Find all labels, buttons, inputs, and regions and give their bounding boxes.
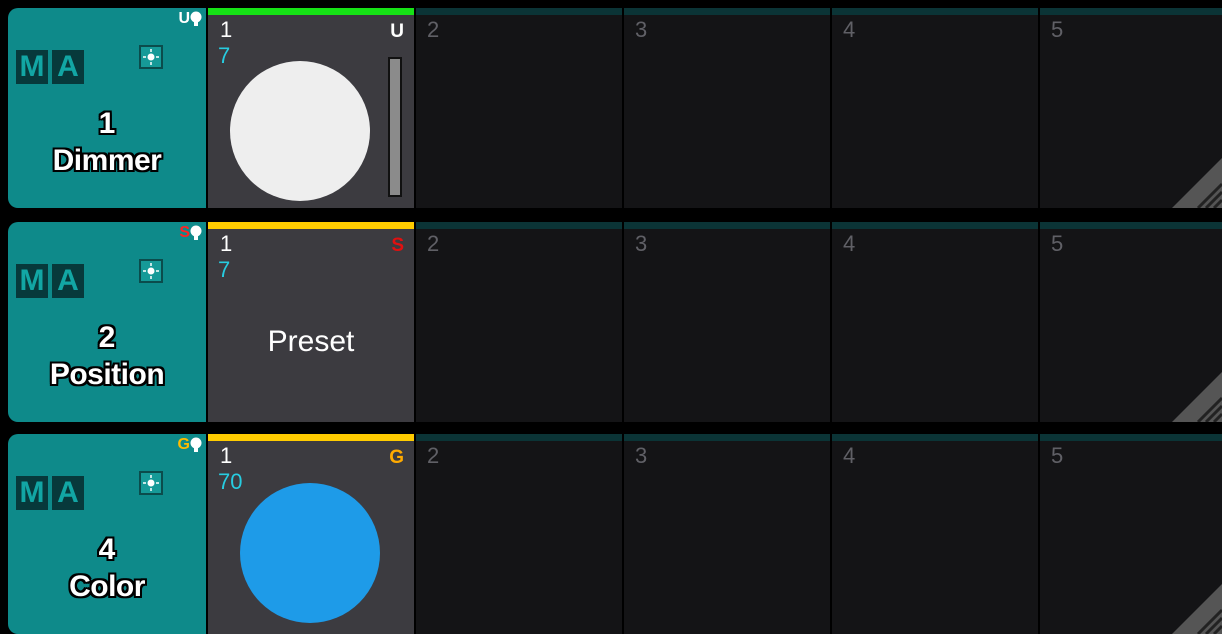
cell-value: 7 bbox=[218, 257, 231, 282]
gear-icon[interactable] bbox=[139, 45, 163, 69]
cell-index: 4 bbox=[843, 17, 856, 42]
preset-row-dimmer: M A U 1 Dimmer 1 7 U 2 3 4 5 bbox=[8, 8, 1222, 208]
cell-index: 5 bbox=[1051, 17, 1064, 42]
empty-cell[interactable]: 4 bbox=[832, 8, 1038, 208]
ma-letter: M bbox=[16, 264, 48, 298]
preset-cell-1[interactable]: 1 70 G bbox=[208, 434, 414, 634]
bulb-icon bbox=[190, 437, 202, 452]
empty-cell[interactable]: 2 bbox=[416, 434, 622, 634]
preset-pool-name: Dimmer bbox=[52, 144, 162, 177]
preset-row-position: M A S 2 Position 1 7 S Preset 2 3 4 5 bbox=[8, 222, 1222, 422]
status-flag: G bbox=[177, 436, 190, 453]
preset-cell-1[interactable]: 1 7 U bbox=[208, 8, 414, 208]
cell-tag: G bbox=[389, 447, 404, 468]
cell-index: 2 bbox=[427, 443, 440, 468]
fader-bar bbox=[388, 57, 402, 197]
color-circle bbox=[240, 483, 380, 623]
resize-grip-icon[interactable] bbox=[1172, 584, 1222, 634]
cell-value: 7 bbox=[218, 43, 231, 68]
status-flag: S bbox=[179, 224, 190, 241]
status-flag: U bbox=[178, 10, 190, 27]
cell-index: 4 bbox=[843, 443, 856, 468]
empty-cell[interactable]: 3 bbox=[624, 222, 830, 422]
cell-index: 3 bbox=[635, 231, 648, 256]
empty-cell[interactable]: 3 bbox=[624, 434, 830, 634]
preset-row-color: M A G 4 Color 1 70 G 2 3 4 5 bbox=[8, 434, 1222, 634]
empty-cell[interactable]: 2 bbox=[416, 222, 622, 422]
empty-cell[interactable]: 2 bbox=[416, 8, 622, 208]
empty-cell[interactable]: 5 bbox=[1040, 434, 1222, 634]
cell-index: 1 bbox=[220, 17, 233, 42]
empty-cell[interactable]: 5 bbox=[1040, 222, 1222, 422]
ma-letter: A bbox=[52, 476, 84, 510]
cell-value: 70 bbox=[218, 469, 243, 494]
preset-pool-number: 2 bbox=[98, 321, 116, 354]
preset-pool-name: Position bbox=[49, 358, 165, 391]
empty-cell[interactable]: 4 bbox=[832, 434, 1038, 634]
cell-index: 5 bbox=[1051, 231, 1064, 256]
ma-letter: A bbox=[52, 50, 84, 84]
preset-pool-number: 4 bbox=[98, 533, 116, 566]
cell-index: 1 bbox=[220, 443, 233, 468]
cell-tag: S bbox=[391, 235, 404, 256]
preset-type-header[interactable]: M A G 4 Color bbox=[8, 434, 206, 634]
cell-tag: U bbox=[390, 21, 404, 42]
empty-cell[interactable]: 5 bbox=[1040, 8, 1222, 208]
resize-grip-icon[interactable] bbox=[1172, 158, 1222, 208]
bulb-icon bbox=[190, 11, 202, 26]
ma-logo: M A bbox=[16, 50, 84, 84]
cell-index: 4 bbox=[843, 231, 856, 256]
gear-icon[interactable] bbox=[139, 471, 163, 495]
preset-pool-number: 1 bbox=[98, 107, 116, 140]
preset-type-header[interactable]: M A U 1 Dimmer bbox=[8, 8, 206, 208]
ma-letter: M bbox=[16, 476, 48, 510]
cell-index: 5 bbox=[1051, 443, 1064, 468]
ma-letter: A bbox=[52, 264, 84, 298]
cell-index: 3 bbox=[635, 443, 648, 468]
cell-index: 3 bbox=[635, 17, 648, 42]
preset-type-header[interactable]: M A S 2 Position bbox=[8, 222, 206, 422]
cell-index: 1 bbox=[220, 231, 233, 256]
preset-cell-1[interactable]: 1 7 S Preset bbox=[208, 222, 414, 422]
ma-letter: M bbox=[16, 50, 48, 84]
gear-icon[interactable] bbox=[139, 259, 163, 283]
resize-grip-icon[interactable] bbox=[1172, 372, 1222, 422]
empty-cell[interactable]: 4 bbox=[832, 222, 1038, 422]
ma-logo: M A bbox=[16, 476, 84, 510]
preset-pool-name: Color bbox=[69, 570, 145, 603]
dimmer-circle bbox=[230, 61, 370, 201]
ma-logo: M A bbox=[16, 264, 84, 298]
empty-cell[interactable]: 3 bbox=[624, 8, 830, 208]
bulb-icon bbox=[190, 225, 202, 240]
cell-index: 2 bbox=[427, 17, 440, 42]
preset-label: Preset bbox=[267, 325, 355, 358]
cell-index: 2 bbox=[427, 231, 440, 256]
